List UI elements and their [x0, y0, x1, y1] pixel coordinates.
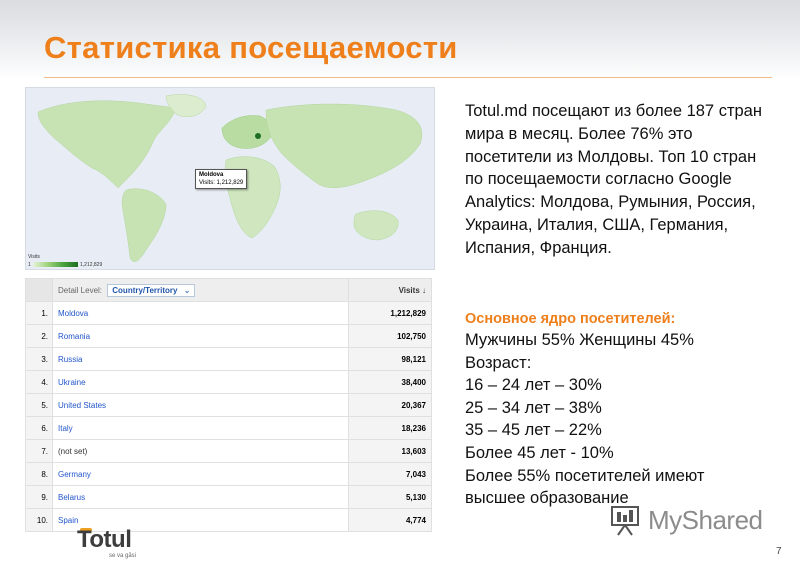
row-number: 1.	[25, 301, 53, 325]
row-number: 8.	[25, 462, 53, 486]
row-number: 5.	[25, 393, 53, 417]
map-tooltip: Moldova Visits: 1,212,829	[195, 169, 248, 189]
world-map: Moldova Visits: 1,212,829 Visits 1 1,212…	[25, 87, 435, 270]
country-link[interactable]: Russia	[52, 347, 349, 371]
europe-shape	[221, 115, 272, 149]
watermark-text: MyShared	[648, 505, 763, 535]
core-stat-line: Мужчины 55% Женщины 45%	[465, 331, 694, 349]
row-number: 7.	[25, 439, 53, 463]
country-link[interactable]: Romania	[52, 324, 349, 348]
table-row: 6. Italy 18,236	[25, 416, 432, 440]
chevron-down-icon: ⌄	[183, 285, 191, 295]
core-heading: Основное ядро посетителей:	[465, 311, 676, 327]
visits-value: 20,367	[348, 393, 432, 417]
row-number: 9.	[25, 485, 53, 509]
country-visits-table: Detail Level: Country/Territory ⌄ Visits…	[25, 278, 432, 532]
core-stat-line: Более 45 лет - 10%	[465, 443, 614, 462]
core-stat-line: Возраст:	[465, 353, 532, 372]
country-link[interactable]: Ukraine	[52, 370, 349, 394]
table-row: 5. United States 20,367	[25, 393, 432, 417]
table-row: 7. (not set) 13,603	[25, 439, 432, 463]
row-number: 6.	[25, 416, 53, 440]
legend-min: 1	[28, 262, 31, 268]
slide-title: Статистика посещаемости	[44, 30, 458, 65]
page-number: 7	[776, 546, 782, 557]
table-row: 8. Germany 7,043	[25, 462, 432, 486]
analytics-table: Detail Level: Country/Territory ⌄ Visits…	[25, 278, 432, 532]
north-america-shape	[37, 100, 177, 189]
visits-value: 102,750	[348, 324, 432, 348]
myshared-watermark: MyShared	[608, 500, 768, 542]
table-row: 3. Russia 98,121	[25, 347, 432, 371]
tooltip-visits: Visits: 1,212,829	[199, 180, 244, 186]
presentation-board-icon	[611, 506, 639, 536]
visits-value: 98,121	[348, 347, 432, 371]
visits-value: 7,043	[348, 462, 432, 486]
table-header-row: Detail Level: Country/Territory ⌄ Visits…	[25, 278, 432, 302]
visits-value: 4,774	[348, 508, 432, 532]
logo-tagline: se va găsi	[109, 553, 137, 559]
detail-level-cell: Detail Level: Country/Territory ⌄	[52, 278, 349, 302]
core-stat-line: Более 55% посетителей имеют	[465, 466, 705, 485]
detail-level-label: Detail Level:	[58, 285, 103, 295]
visits-value: 5,130	[348, 485, 432, 509]
south-america-shape	[121, 188, 167, 262]
table-row: 4. Ukraine 38,400	[25, 370, 432, 394]
table-row: 2. Romania 102,750	[25, 324, 432, 348]
visits-header-label: Visits	[398, 285, 420, 295]
visits-header[interactable]: Visits ↓	[348, 278, 432, 302]
legend-max: 1,212,829	[80, 262, 103, 268]
header-num-cell	[25, 278, 53, 302]
detail-level-value: Country/Territory	[112, 285, 178, 295]
row-number: 4.	[25, 370, 53, 394]
visits-value: 38,400	[348, 370, 432, 394]
map-legend: Visits 1 1,212,829	[28, 254, 108, 268]
country-link[interactable]: Belarus	[52, 485, 349, 509]
visits-value: 18,236	[348, 416, 432, 440]
sort-arrow-icon: ↓	[422, 285, 426, 295]
tooltip-country: Moldova	[199, 172, 224, 178]
totul-logo: Totul se va găsi	[77, 526, 147, 562]
core-stat-line: 16 – 24 лет – 30%	[465, 376, 602, 395]
table-row: 1. Moldova 1,212,829	[25, 301, 432, 325]
legend-color-scale	[33, 262, 78, 267]
asia-shape	[265, 103, 423, 188]
visits-value: 1,212,829	[348, 301, 432, 325]
table-row: 9. Belarus 5,130	[25, 485, 432, 509]
title-rule	[44, 77, 772, 78]
australia-shape	[353, 210, 399, 241]
country-link: (not set)	[52, 439, 349, 463]
visits-value: 13,603	[348, 439, 432, 463]
moldova-marker	[255, 133, 261, 139]
country-link[interactable]: Germany	[52, 462, 349, 486]
country-link[interactable]: Moldova	[52, 301, 349, 325]
detail-level-select[interactable]: Country/Territory ⌄	[107, 283, 196, 297]
legend-title: Visits	[28, 254, 40, 260]
logo-wordmark: Totul	[77, 526, 132, 553]
description-text: Totul.md посещают из более 187 стран мир…	[465, 102, 762, 257]
core-stats: Мужчины 55% Женщины 45% Возраст: 16 – 24 л…	[465, 329, 775, 510]
country-link[interactable]: United States	[52, 393, 349, 417]
row-number: 2.	[25, 324, 53, 348]
country-link[interactable]: Italy	[52, 416, 349, 440]
row-number: 10.	[25, 508, 53, 532]
row-number: 3.	[25, 347, 53, 371]
core-stat-line: 25 – 34 лет – 38%	[465, 398, 602, 417]
core-stat-line: 35 – 45 лет – 22%	[465, 421, 602, 440]
